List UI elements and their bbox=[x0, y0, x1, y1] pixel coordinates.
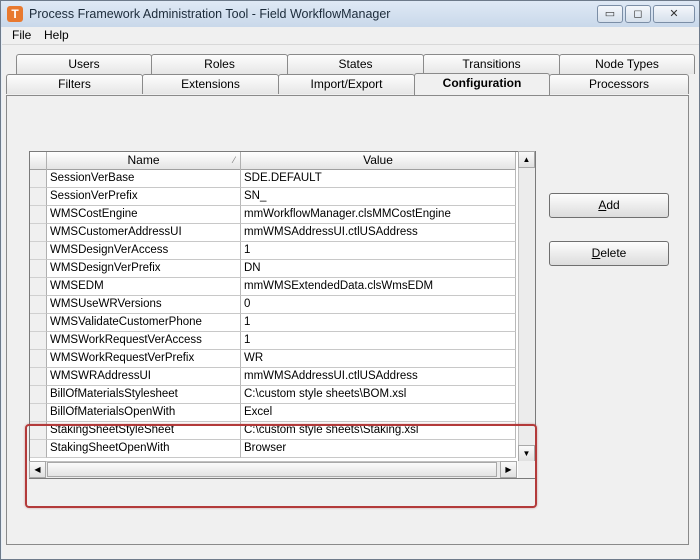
cell-value[interactable]: DN bbox=[241, 260, 516, 278]
row-selector[interactable] bbox=[30, 404, 47, 422]
cell-name[interactable]: SessionVerPrefix bbox=[47, 188, 241, 206]
table-row[interactable]: WMSValidateCustomerPhone 1 bbox=[30, 314, 516, 332]
row-selector[interactable] bbox=[30, 242, 47, 260]
cell-value[interactable]: 1 bbox=[241, 332, 516, 350]
column-header-value[interactable]: Value bbox=[241, 152, 516, 170]
cell-value[interactable]: Excel bbox=[241, 404, 516, 422]
tab-node-types[interactable]: Node Types bbox=[559, 54, 695, 74]
application-window: T Process Framework Administration Tool … bbox=[0, 0, 700, 560]
table-row[interactable]: WMSWorkRequestVerAccess 1 bbox=[30, 332, 516, 350]
client-area: Users Roles States Transitions Node Type… bbox=[2, 45, 699, 559]
cell-name[interactable]: WMSCustomerAddressUI bbox=[47, 224, 241, 242]
cell-value[interactable]: mmWorkflowManager.clsMMCostEngine bbox=[241, 206, 516, 224]
row-selector-header bbox=[30, 152, 47, 170]
column-header-name-label: Name bbox=[127, 153, 160, 167]
cell-value[interactable]: 1 bbox=[241, 242, 516, 260]
row-selector[interactable] bbox=[30, 332, 47, 350]
table-row[interactable]: BillOfMaterialsOpenWith Excel bbox=[30, 404, 516, 422]
maximize-button[interactable]: ◻ bbox=[625, 5, 651, 23]
tab-states[interactable]: States bbox=[287, 54, 424, 74]
cell-name[interactable]: WMSDesignVerAccess bbox=[47, 242, 241, 260]
window-title: Process Framework Administration Tool - … bbox=[29, 7, 391, 21]
cell-value[interactable]: C:\custom style sheets\BOM.xsl bbox=[241, 386, 516, 404]
row-selector[interactable] bbox=[30, 368, 47, 386]
tab-import-export[interactable]: Import/Export bbox=[278, 74, 415, 94]
cell-name[interactable]: WMSWorkRequestVerAccess bbox=[47, 332, 241, 350]
cell-value[interactable]: 0 bbox=[241, 296, 516, 314]
table-row[interactable]: SessionVerBase SDE.DEFAULT bbox=[30, 170, 516, 188]
row-selector[interactable] bbox=[30, 260, 47, 278]
tab-filters[interactable]: Filters bbox=[6, 74, 143, 94]
cell-value[interactable]: mmWMSAddressUI.ctlUSAddress bbox=[241, 224, 516, 242]
row-selector[interactable] bbox=[30, 188, 47, 206]
table-row[interactable]: WMSCostEngine mmWorkflowManager.clsMMCost… bbox=[30, 206, 516, 224]
tab-configuration[interactable]: Configuration bbox=[414, 73, 550, 95]
table-row[interactable]: WMSWorkRequestVerPrefix WR bbox=[30, 350, 516, 368]
menu-help[interactable]: Help bbox=[42, 28, 71, 42]
cell-name[interactable]: BillOfMaterialsStylesheet bbox=[47, 386, 241, 404]
cell-name[interactable]: WMSWRAddressUI bbox=[47, 368, 241, 386]
row-selector[interactable] bbox=[30, 296, 47, 314]
cell-name[interactable]: WMSUseWRVersions bbox=[47, 296, 241, 314]
title-bar[interactable]: T Process Framework Administration Tool … bbox=[1, 1, 699, 27]
column-header-name[interactable]: Name ⁄ bbox=[47, 152, 241, 170]
menu-file[interactable]: File bbox=[10, 28, 33, 42]
cell-value[interactable]: mmWMSAddressUI.ctlUSAddress bbox=[241, 368, 516, 386]
table-row[interactable]: WMSUseWRVersions 0 bbox=[30, 296, 516, 314]
cell-name[interactable]: WMSCostEngine bbox=[47, 206, 241, 224]
cell-name[interactable]: WMSEDM bbox=[47, 278, 241, 296]
row-selector[interactable] bbox=[30, 170, 47, 188]
cell-value[interactable]: SN_ bbox=[241, 188, 516, 206]
add-button[interactable]: Add bbox=[549, 193, 669, 218]
table-row[interactable]: WMSWRAddressUI mmWMSAddressUI.ctlUSAddres… bbox=[30, 368, 516, 386]
row-selector[interactable] bbox=[30, 314, 47, 332]
row-selector[interactable] bbox=[30, 278, 47, 296]
tab-processors[interactable]: Processors bbox=[549, 74, 689, 94]
tab-users[interactable]: Users bbox=[16, 54, 152, 74]
cell-name[interactable]: WMSValidateCustomerPhone bbox=[47, 314, 241, 332]
cell-value[interactable]: SDE.DEFAULT bbox=[241, 170, 516, 188]
grid-header: Name ⁄ Value bbox=[30, 152, 516, 170]
table-row[interactable]: WMSDesignVerAccess 1 bbox=[30, 242, 516, 260]
configuration-panel: Name ⁄ Value SessionVerBase SDE.DEFAULT Se… bbox=[6, 95, 689, 545]
cell-value[interactable]: WR bbox=[241, 350, 516, 368]
cell-name[interactable]: WMSDesignVerPrefix bbox=[47, 260, 241, 278]
cell-name[interactable]: BillOfMaterialsOpenWith bbox=[47, 404, 241, 422]
cell-value[interactable]: mmWMSExtendedData.clsWmsEDM bbox=[241, 278, 516, 296]
row-selector[interactable] bbox=[30, 206, 47, 224]
sort-icon: ⁄ bbox=[233, 155, 235, 165]
cell-name[interactable]: SessionVerBase bbox=[47, 170, 241, 188]
row-selector[interactable] bbox=[30, 350, 47, 368]
minimize-button[interactable]: ▭ bbox=[597, 5, 623, 23]
table-row[interactable]: WMSDesignVerPrefix DN bbox=[30, 260, 516, 278]
tab-roles[interactable]: Roles bbox=[151, 54, 288, 74]
row-selector[interactable] bbox=[30, 386, 47, 404]
table-row[interactable]: WMSEDM mmWMSExtendedData.clsWmsEDM bbox=[30, 278, 516, 296]
cell-name[interactable]: WMSWorkRequestVerPrefix bbox=[47, 350, 241, 368]
scroll-up-arrow-icon[interactable]: ▲ bbox=[518, 151, 535, 168]
highlight-annotation-box bbox=[25, 424, 537, 508]
row-selector[interactable] bbox=[30, 224, 47, 242]
vertical-scrollbar[interactable]: ▲ ▼ bbox=[518, 151, 535, 462]
menu-bar: File Help bbox=[2, 27, 699, 45]
delete-button[interactable]: Delete bbox=[549, 241, 669, 266]
app-icon: T bbox=[7, 6, 23, 22]
close-button[interactable]: ✕ bbox=[653, 5, 695, 23]
table-row[interactable]: WMSCustomerAddressUI mmWMSAddressUI.ctlUS… bbox=[30, 224, 516, 242]
tab-transitions[interactable]: Transitions bbox=[423, 54, 560, 74]
table-row[interactable]: SessionVerPrefix SN_ bbox=[30, 188, 516, 206]
cell-value[interactable]: 1 bbox=[241, 314, 516, 332]
table-row[interactable]: BillOfMaterialsStylesheet C:\custom style… bbox=[30, 386, 516, 404]
tab-extensions[interactable]: Extensions bbox=[142, 74, 279, 94]
